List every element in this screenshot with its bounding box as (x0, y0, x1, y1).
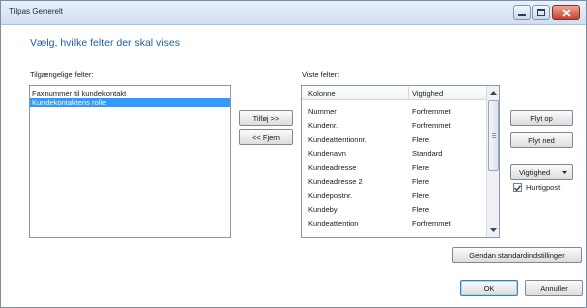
add-button[interactable]: Tilføj >> (239, 110, 293, 126)
customize-dialog: Tilpas Generelt Vælg, hvilke felter der … (0, 0, 587, 308)
quickpost-label: Hurtigpost (526, 183, 561, 192)
quickpost-checkbox[interactable] (513, 183, 522, 192)
table-row[interactable]: Kundeadresse Flere (302, 160, 486, 174)
vertical-scrollbar[interactable] (486, 86, 499, 237)
grid-header: Kolonne Vigtighed (302, 86, 486, 100)
window-title: Tilpas Generelt (9, 7, 63, 16)
title-bar[interactable]: Tilpas Generelt (1, 1, 586, 25)
restore-defaults-button[interactable]: Gendan standardindstillinger (452, 247, 582, 263)
check-icon (514, 184, 521, 191)
table-row[interactable]: Kundenr. Forfremmet (302, 118, 486, 132)
cell-name: Kundeattentionnr. (308, 135, 367, 144)
ok-button[interactable]: OK (460, 280, 518, 296)
move-down-button[interactable]: Flyt ned (510, 132, 573, 148)
remove-button[interactable]: << Fjern (239, 129, 293, 145)
cell-name: Kundeadresse 2 (308, 177, 363, 186)
cell-priority: Forfremmet (412, 107, 451, 116)
table-row[interactable]: Kundeadresse 2 Flere (302, 174, 486, 188)
grip-line (492, 137, 496, 138)
maximize-button[interactable] (532, 5, 550, 20)
minimize-icon (518, 13, 526, 16)
table-row[interactable]: Kundeattention Forfremmet (302, 216, 486, 230)
table-row[interactable]: Kundepostnr. Flere (302, 188, 486, 202)
list-item-label: Faxnummer til kundekontakt (32, 89, 127, 98)
cell-name: Kundepostnr. (308, 191, 353, 200)
dropdown-arrow-icon (562, 171, 567, 174)
table-row[interactable]: Nummer Forfremmet (302, 104, 486, 118)
close-icon (561, 8, 571, 17)
available-fields-list[interactable]: Faxnummer til kundekontakt Kundekontakte… (29, 85, 231, 238)
scroll-down-arrow-icon (490, 227, 497, 232)
table-row[interactable]: Kundeattentionnr. Flere (302, 132, 486, 146)
cell-priority: Flere (412, 163, 430, 172)
scroll-up-arrow-icon (490, 90, 497, 95)
cancel-button[interactable]: Annuller (525, 280, 583, 296)
priority-dropdown-label: Vigtighed (519, 167, 551, 177)
column-header-name[interactable]: Kolonne (308, 89, 336, 98)
column-header-priority[interactable]: Vigtighed (412, 89, 443, 98)
move-up-button[interactable]: Flyt op (510, 110, 573, 126)
cell-name: Kundenavn (308, 149, 346, 158)
maximize-icon (537, 9, 545, 16)
cell-priority: Flere (412, 135, 430, 144)
cell-name: Kundeattention (308, 219, 359, 228)
cell-priority: Flere (412, 205, 430, 214)
available-fields-label: Tilgængelige felter: (30, 70, 94, 79)
list-item-selected[interactable]: Kundekontaktens rolle (30, 98, 230, 107)
priority-dropdown[interactable]: Vigtighed (510, 164, 573, 180)
cell-name: Nummer (308, 107, 337, 116)
table-row[interactable]: Kundenavn Standard (302, 146, 486, 160)
cell-priority: Forfremmet (412, 219, 451, 228)
grip-line (492, 133, 496, 134)
cell-name: Kundenr. (308, 121, 339, 130)
scroll-down-button[interactable] (487, 223, 499, 236)
list-item[interactable]: Faxnummer til kundekontakt (30, 89, 230, 98)
scroll-up-button[interactable] (487, 86, 499, 99)
shown-fields-label: Viste felter: (302, 70, 340, 79)
grip-line (492, 135, 496, 136)
cell-priority: Flere (412, 177, 430, 186)
cell-priority: Flere (412, 191, 430, 200)
minimize-button[interactable] (513, 5, 531, 20)
cell-name: Kundeadresse (308, 163, 357, 172)
shown-fields-grid[interactable]: Kolonne Vigtighed Nummer Forfremmet Kund… (301, 85, 500, 238)
cell-name: Kundeby (308, 205, 338, 214)
list-item-label: Kundekontaktens rolle (32, 98, 107, 107)
close-button[interactable] (552, 5, 580, 20)
scrollbar-thumb[interactable] (488, 100, 499, 171)
cell-priority: Forfremmet (412, 121, 451, 130)
column-divider[interactable] (408, 87, 409, 99)
cell-priority: Standard (412, 149, 443, 158)
dialog-heading: Vælg, hvilke felter der skal vises (30, 37, 180, 49)
table-row[interactable]: Kundeby Flere (302, 202, 486, 216)
